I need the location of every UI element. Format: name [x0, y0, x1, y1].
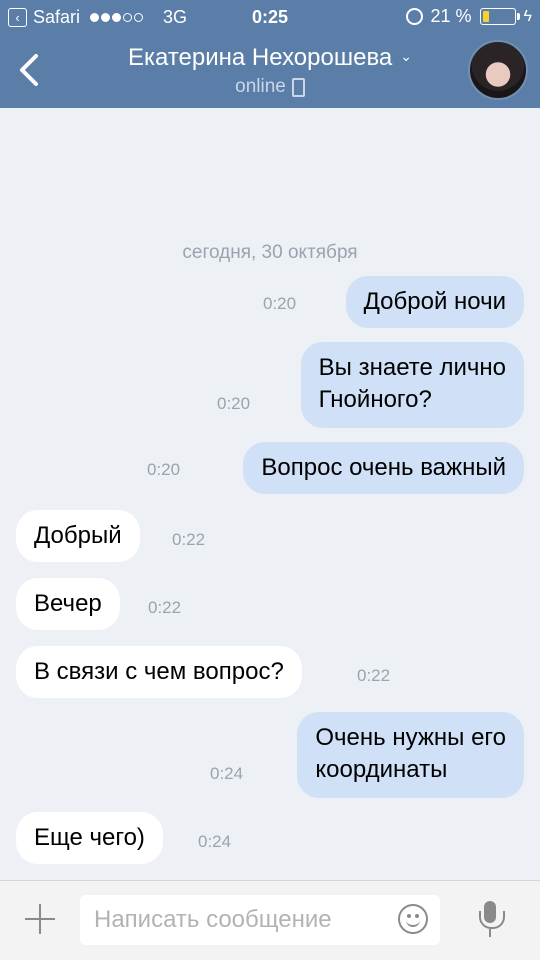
attach-plus-icon[interactable]	[22, 901, 58, 937]
battery-percent: 21 %	[430, 6, 472, 26]
date-separator: сегодня, 30 октября	[182, 242, 358, 263]
message-bubble-outgoing[interactable]: Вы знаете лично Гнойного?	[300, 342, 524, 428]
message-time: 0:20	[217, 394, 251, 413]
message-time: 0:24	[210, 764, 244, 783]
chat-header: ‹ Safari 3G 0:25 21 % ϟ Екатерина Нехоро…	[0, 0, 540, 108]
contact-name: Екатерина Нехорошева	[127, 44, 393, 71]
message-bubble-incoming[interactable]: Добрый	[16, 510, 140, 562]
emoji-icon[interactable]	[398, 904, 428, 934]
microphone-icon[interactable]	[478, 899, 505, 943]
message-list[interactable]: сегодня, 30 октября Доброй ночи 0:20 Вы …	[0, 108, 540, 880]
avatar[interactable]	[468, 40, 528, 100]
message-bubble-outgoing[interactable]: Очень нужны его координаты	[297, 712, 524, 798]
message-composer: Написать сообщение	[0, 880, 540, 960]
battery-icon	[479, 8, 520, 25]
message-input-placeholder: Написать сообщение	[94, 906, 332, 933]
message-time: 0:24	[198, 832, 232, 851]
message-time: 0:20	[147, 460, 181, 479]
alarm-icon	[405, 8, 423, 25]
message-bubble-incoming[interactable]: В связи с чем вопрос?	[16, 646, 302, 698]
charging-icon: ϟ	[523, 7, 532, 25]
message-bubble-outgoing[interactable]: Доброй ночи	[345, 276, 524, 328]
chevron-down-icon: ⌄	[400, 47, 413, 64]
message-bubble-outgoing[interactable]: Вопрос очень важный	[243, 442, 524, 494]
mobile-icon	[291, 77, 305, 97]
message-bubble-incoming[interactable]: Еще чего)	[16, 812, 163, 864]
message-time: 0:22	[357, 666, 391, 685]
contact-status: online	[235, 76, 286, 97]
message-time: 0:20	[263, 294, 297, 313]
message-time: 0:22	[172, 530, 206, 549]
contact-info[interactable]: Екатерина Нехорошева ⌄ online	[0, 44, 540, 98]
status-bar: ‹ Safari 3G 0:25 21 % ϟ	[0, 0, 540, 34]
message-bubble-incoming[interactable]: Вечер	[16, 578, 120, 630]
message-time: 0:22	[148, 598, 182, 617]
message-input[interactable]: Написать сообщение	[80, 895, 440, 945]
